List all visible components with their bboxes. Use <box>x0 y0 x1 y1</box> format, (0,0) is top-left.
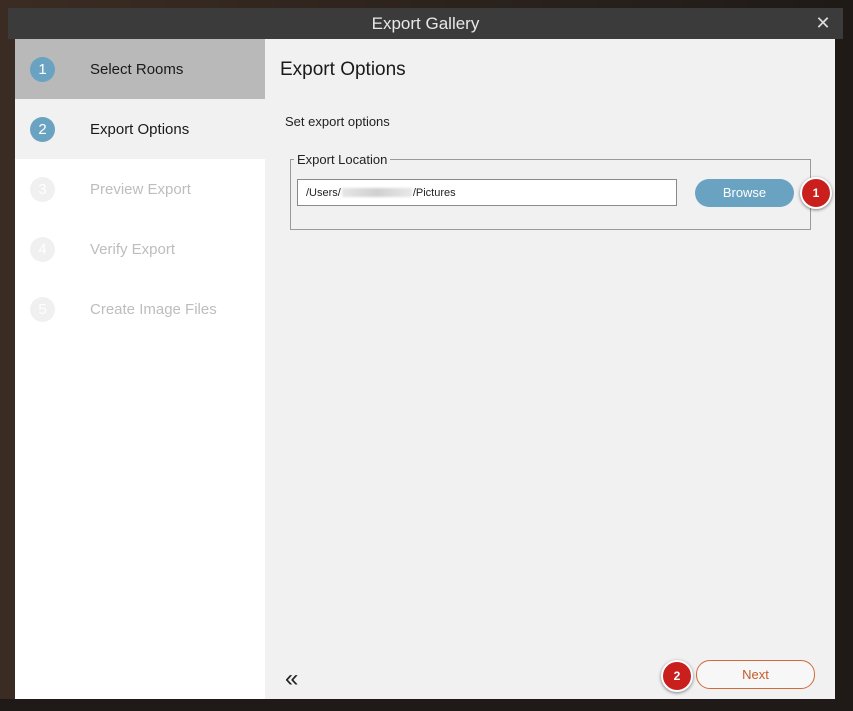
callout-badge-1: 1 <box>800 177 832 209</box>
step-label: Create Image Files <box>90 300 217 318</box>
step-label: Export Options <box>90 120 190 138</box>
section-subtitle: Set export options <box>285 114 390 129</box>
step-number: 2 <box>30 116 55 142</box>
dialog-title: Export Gallery <box>371 14 480 33</box>
close-icon[interactable]: ✕ <box>813 8 833 39</box>
step-number: 3 <box>30 176 55 202</box>
step-create-image-files: 5 Create Image Files <box>15 279 265 339</box>
export-location-legend: Export Location <box>294 152 391 167</box>
main-panel: Export Options Set export options Export… <box>265 39 835 699</box>
redacted-username <box>341 188 412 197</box>
step-select-rooms[interactable]: 1 Select Rooms <box>15 39 265 99</box>
browse-button[interactable]: Browse <box>695 179 794 207</box>
step-preview-export: 3 Preview Export <box>15 159 265 219</box>
next-button[interactable]: Next <box>696 660 815 689</box>
export-location-group: Export Location /Users/ /Pictures Browse <box>290 152 811 230</box>
step-verify-export: 4 Verify Export <box>15 219 265 279</box>
step-number: 5 <box>30 296 55 322</box>
path-suffix: /Pictures <box>412 186 456 199</box>
step-number: 1 <box>30 56 55 82</box>
callout-badge-2: 2 <box>661 660 693 692</box>
step-label: Verify Export <box>90 240 176 258</box>
step-export-options[interactable]: 2 Export Options <box>15 99 265 159</box>
step-label: Select Rooms <box>90 60 184 78</box>
step-label: Preview Export <box>90 180 191 198</box>
path-prefix: /Users/ <box>306 186 341 199</box>
dialog-titlebar: Export Gallery ✕ <box>8 8 843 39</box>
background-strip <box>0 699 853 711</box>
step-number: 4 <box>30 236 55 262</box>
export-gallery-dialog: Export Gallery ✕ 1 Select Rooms 2 Export… <box>0 0 853 711</box>
page-title: Export Options <box>280 59 406 80</box>
wizard-steps-sidebar: 1 Select Rooms 2 Export Options 3 Previe… <box>15 39 265 699</box>
export-path-input[interactable]: /Users/ /Pictures <box>297 179 677 206</box>
double-chevron-left-icon[interactable]: « <box>285 667 298 691</box>
